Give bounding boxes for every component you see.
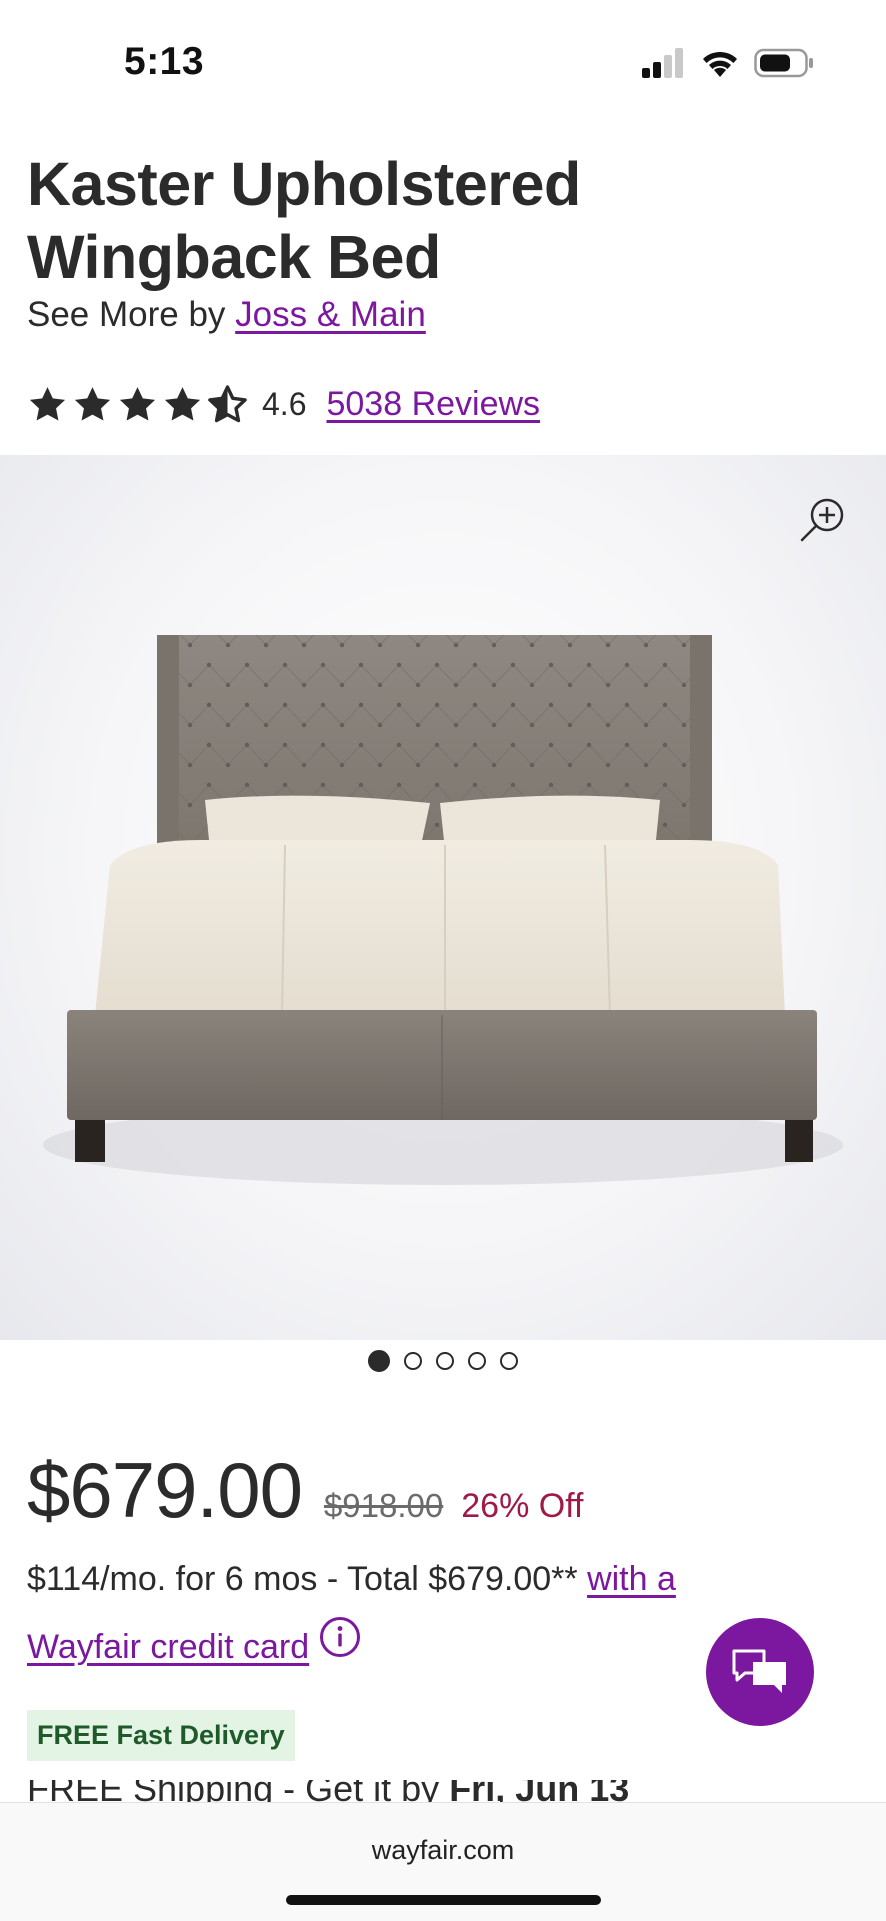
- battery-icon: [754, 48, 813, 78]
- carousel-dots: [0, 1350, 886, 1372]
- financing-text: $114/mo. for 6 mos - Total $679.00**: [27, 1560, 578, 1598]
- zoom-in-icon[interactable]: [796, 495, 848, 547]
- price-row: $679.00 $918.00 26% Off: [27, 1445, 583, 1536]
- see-more: See More by Joss & Main: [27, 295, 426, 335]
- discount-label: 26% Off: [461, 1487, 584, 1525]
- see-more-label: See More by: [27, 295, 226, 334]
- chat-icon: [732, 1649, 786, 1693]
- status-time: 5:13: [124, 40, 205, 83]
- status-bar: 5:13: [0, 0, 886, 130]
- info-icon[interactable]: [319, 1616, 361, 1658]
- carousel-dot-3[interactable]: [436, 1352, 454, 1370]
- bed-image: [43, 635, 843, 1185]
- carousel-dot-5[interactable]: [500, 1352, 518, 1370]
- carousel-dot-1[interactable]: [368, 1350, 390, 1372]
- carousel-dot-4[interactable]: [468, 1352, 486, 1370]
- carousel-dot-2[interactable]: [404, 1352, 422, 1370]
- star-icon: [29, 386, 66, 421]
- financing-info: $114/mo. for 6 mos - Total $679.00** wit…: [27, 1545, 787, 1681]
- rating-value: 4.6: [262, 385, 307, 422]
- status-icons: [640, 48, 814, 78]
- brand-link[interactable]: Joss & Main: [235, 295, 426, 334]
- star-icon: [164, 386, 201, 421]
- signal-icon: [642, 48, 683, 78]
- product-title: Kaster Upholstered Wingback Bed: [27, 150, 581, 292]
- star-icon: [74, 386, 111, 421]
- shipping-info: FREE Shipping - Get it by Fri, Jun 13: [27, 1780, 847, 1802]
- price: $679.00: [27, 1446, 303, 1534]
- star-icon: [119, 386, 156, 421]
- delivery-badge: FREE Fast Delivery: [27, 1710, 295, 1761]
- browser-bottom-bar: wayfair.com: [0, 1802, 886, 1921]
- chat-button[interactable]: [706, 1618, 814, 1726]
- shipping-date: Fri, Jun 13: [449, 1780, 630, 1802]
- reviews-link[interactable]: 5038 Reviews: [326, 385, 540, 424]
- shipping-label: FREE Shipping - Get it by: [27, 1780, 440, 1802]
- home-indicator[interactable]: [286, 1895, 601, 1905]
- wifi-icon: [703, 51, 737, 77]
- product-image[interactable]: [0, 455, 886, 1340]
- url-bar[interactable]: wayfair.com: [0, 1835, 886, 1866]
- star-half-icon: [208, 384, 247, 422]
- old-price: $918.00: [323, 1487, 444, 1524]
- rating-row: 4.6 5038 Reviews: [27, 380, 540, 428]
- rating-stars: [27, 384, 248, 425]
